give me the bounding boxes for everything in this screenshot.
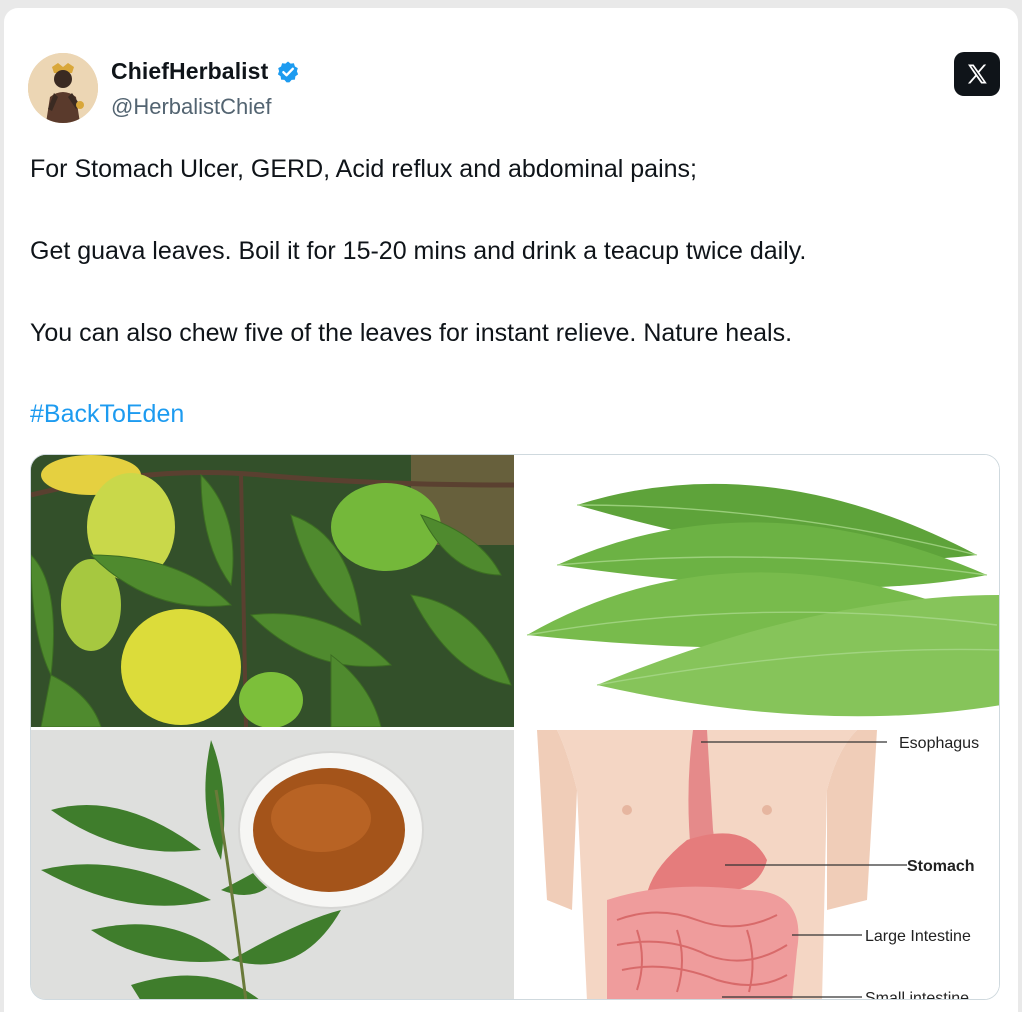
guava-leaves-image[interactable] [517, 455, 999, 727]
guava-tea-image[interactable] [31, 730, 514, 999]
label-large-intestine: Large Intestine [865, 928, 971, 945]
hashtag-link[interactable]: #BackToEden [30, 400, 184, 429]
label-small-intestine: Small intestine [865, 990, 969, 1000]
tweet-card: ChiefHerbalist @HerbalistChief For Stoma… [4, 8, 1018, 1012]
author-name[interactable]: ChiefHerbalist [111, 58, 268, 85]
author-handle[interactable]: @HerbalistChief [111, 94, 272, 120]
author-name-row: ChiefHerbalist [111, 58, 300, 85]
post-text-line: For Stomach Ulcer, GERD, Acid reflux and… [30, 155, 697, 183]
label-stomach: Stomach [907, 858, 975, 875]
label-esophagus: Esophagus [899, 735, 979, 752]
verified-badge-icon [278, 61, 299, 82]
x-logo-icon[interactable] [954, 52, 1000, 96]
post-text-line: Get guava leaves. Boil it for 15-20 mins… [30, 237, 807, 265]
post-text-line: You can also chew five of the leaves for… [30, 319, 793, 347]
guava-fruit-image[interactable] [31, 455, 514, 727]
avatar[interactable] [28, 53, 98, 123]
media-grid: Esophagus Stomach Large Intestine Small … [30, 454, 1000, 1000]
digestive-anatomy-image[interactable]: Esophagus Stomach Large Intestine Small … [517, 730, 999, 1000]
